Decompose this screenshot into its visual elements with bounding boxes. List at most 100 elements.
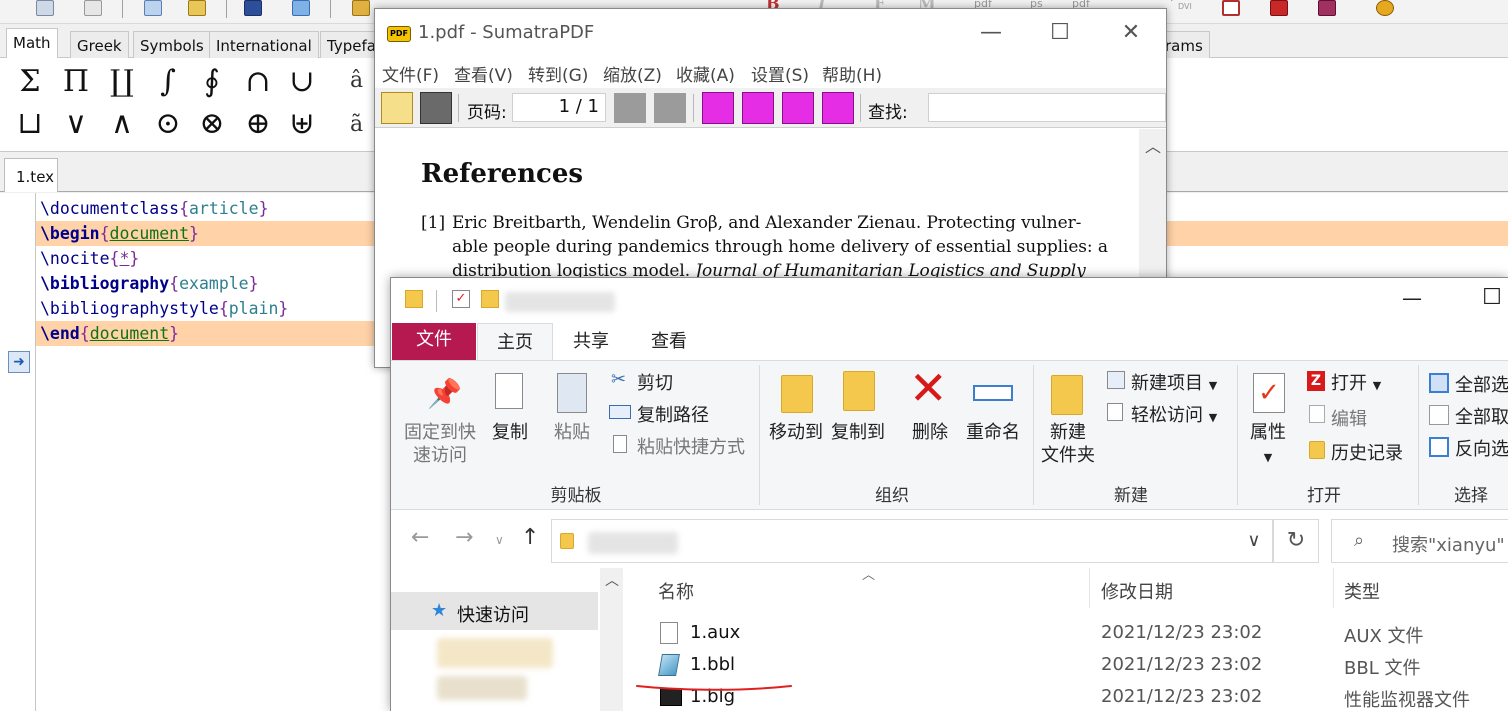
- export-icon[interactable]: [292, 0, 310, 16]
- paste-button[interactable]: 粘贴: [549, 421, 595, 444]
- copy-path-button[interactable]: 复制路径: [637, 401, 709, 427]
- nav-scrollbar[interactable]: ︿: [600, 568, 623, 711]
- file-row[interactable]: 1.bbl 2021/12/23 23:02 BBL 文件: [624, 650, 1508, 682]
- menu-view[interactable]: 查看(V): [454, 61, 513, 86]
- cut-button[interactable]: 剪切: [637, 369, 673, 395]
- arrow-icon[interactable]: ▼: [1168, 0, 1176, 3]
- select-none-button[interactable]: 全部取: [1455, 403, 1508, 429]
- integral-symbol[interactable]: ∫: [148, 62, 188, 102]
- open-file-icon[interactable]: [381, 92, 413, 124]
- bigsqcup-symbol[interactable]: ⊔: [10, 104, 50, 144]
- find-input[interactable]: [928, 93, 1166, 122]
- search-field[interactable]: ⌕ 搜索"xianyu": [1331, 519, 1508, 563]
- viewer-icon[interactable]: [1318, 0, 1336, 16]
- stop-icon[interactable]: [1222, 0, 1240, 16]
- page-number-input[interactable]: 1 / 1: [512, 93, 606, 122]
- bigoplus-symbol[interactable]: ⊕: [238, 104, 278, 144]
- tool-icon[interactable]: [352, 0, 370, 16]
- zoom-in-icon[interactable]: [822, 92, 854, 124]
- tab-symbols[interactable]: Symbols: [133, 31, 211, 58]
- refresh-icon[interactable]: ↻: [1273, 519, 1319, 563]
- bigcup-symbol[interactable]: ∪: [282, 62, 322, 102]
- maximize-icon[interactable]: ☐: [1045, 21, 1075, 45]
- dvi-toolbar-icon[interactable]: DVI: [1178, 2, 1192, 11]
- contour-integral-symbol[interactable]: ∮: [192, 62, 232, 102]
- prev-page-icon[interactable]: [614, 93, 646, 123]
- window-icon[interactable]: [144, 0, 162, 16]
- copy-to-button[interactable]: 复制到: [825, 421, 891, 444]
- sumatra-titlebar[interactable]: PDF 1.pdf - SumatraPDF — ☐ ✕: [375, 9, 1166, 59]
- blurred-nav-item[interactable]: [437, 676, 527, 700]
- menu-zoom[interactable]: 缩放(Z): [603, 61, 662, 86]
- properties-check-icon[interactable]: ✓: [452, 290, 470, 308]
- scroll-up-icon[interactable]: ︿: [605, 570, 619, 590]
- paint-icon[interactable]: [188, 0, 206, 16]
- delete-button[interactable]: 删除: [905, 421, 955, 444]
- hat-accent[interactable]: â: [350, 68, 363, 93]
- tab-home[interactable]: 主页: [477, 323, 553, 360]
- biguplus-symbol[interactable]: ⊎: [282, 104, 322, 144]
- tab-file[interactable]: 文件: [392, 323, 476, 360]
- close-icon[interactable]: ✕: [1116, 21, 1146, 45]
- tab-view[interactable]: 查看: [633, 323, 705, 360]
- new-folder-button[interactable]: 新建 文件夹: [1037, 421, 1099, 467]
- select-all-button[interactable]: 全部选: [1455, 371, 1508, 397]
- list-icon[interactable]: [36, 0, 54, 16]
- next-page-icon[interactable]: [654, 93, 686, 123]
- tilde-accent[interactable]: ã: [350, 112, 363, 137]
- bigwedge-symbol[interactable]: ∧: [102, 104, 142, 144]
- menu-help[interactable]: 帮助(H): [822, 61, 882, 86]
- menu-favorites[interactable]: 收藏(A): [676, 61, 735, 86]
- bigotimes-symbol[interactable]: ⊗: [192, 104, 232, 144]
- minimize-icon[interactable]: —: [1397, 286, 1427, 310]
- new-item-button[interactable]: 新建项目 ▼: [1131, 369, 1217, 395]
- copy-button[interactable]: 复制: [487, 421, 533, 444]
- print-icon[interactable]: [420, 92, 452, 124]
- settings-icon[interactable]: [1376, 0, 1394, 16]
- scroll-up-icon[interactable]: ︿: [1145, 133, 1161, 157]
- easy-access-button[interactable]: 轻松访问 ▼: [1131, 401, 1217, 427]
- back-arrow-icon[interactable]: ←: [411, 525, 429, 550]
- sum-symbol[interactable]: Σ: [10, 62, 50, 102]
- menu-goto[interactable]: 转到(G): [528, 61, 588, 86]
- address-dropdown-icon[interactable]: ∨: [1237, 519, 1271, 563]
- menu-file[interactable]: 文件(F): [382, 61, 439, 86]
- properties-button[interactable]: 属性 ▼: [1243, 421, 1293, 469]
- edit-button[interactable]: 编辑: [1331, 405, 1367, 431]
- file-tab-1tex[interactable]: 1.tex: [4, 158, 58, 192]
- explorer-titlebar[interactable]: ✓ — ☐: [391, 278, 1508, 323]
- column-name[interactable]: 名称: [658, 578, 694, 604]
- product-symbol[interactable]: Π: [56, 62, 96, 102]
- open-button[interactable]: 打开 ▼: [1331, 369, 1381, 395]
- history-button[interactable]: 历史记录: [1331, 439, 1403, 465]
- tab-math[interactable]: Math: [6, 28, 58, 59]
- blurred-nav-item[interactable]: [437, 638, 553, 668]
- address-bar[interactable]: [551, 519, 1273, 563]
- fit-width-icon[interactable]: [742, 92, 774, 124]
- tab-greek[interactable]: Greek: [70, 31, 129, 58]
- forward-arrow-icon[interactable]: →: [455, 525, 473, 550]
- pin-to-quick-access-button[interactable]: 固定到快速访问: [401, 421, 479, 467]
- minimize-icon[interactable]: —: [976, 21, 1006, 45]
- fit-page-icon[interactable]: [702, 92, 734, 124]
- paste-shortcut-button[interactable]: 粘贴快捷方式: [637, 433, 745, 459]
- recent-dropdown-icon[interactable]: ∨: [495, 533, 504, 547]
- acrobat-icon[interactable]: [1270, 0, 1288, 16]
- coproduct-symbol[interactable]: ∐: [102, 62, 142, 102]
- bigvee-symbol[interactable]: ∨: [56, 104, 96, 144]
- column-type[interactable]: 类型: [1344, 578, 1380, 604]
- zoom-out-icon[interactable]: [782, 92, 814, 124]
- file-row[interactable]: 1.aux 2021/12/23 23:02 AUX 文件: [624, 618, 1508, 650]
- tab-share[interactable]: 共享: [555, 323, 627, 360]
- invert-selection-button[interactable]: 反向选: [1455, 435, 1508, 461]
- tab-international[interactable]: International: [209, 31, 319, 58]
- nav-quick-access[interactable]: ★ 快速访问: [391, 592, 598, 630]
- menu-settings[interactable]: 设置(S): [751, 61, 809, 86]
- bigcap-symbol[interactable]: ∩: [238, 62, 278, 102]
- move-to-button[interactable]: 移动到: [763, 421, 829, 444]
- rename-button[interactable]: 重命名: [961, 421, 1025, 444]
- up-arrow-icon[interactable]: ↑: [521, 525, 539, 550]
- page-icon[interactable]: [84, 0, 102, 16]
- maximize-icon[interactable]: ☐: [1477, 286, 1507, 310]
- bigodot-symbol[interactable]: ⊙: [148, 104, 188, 144]
